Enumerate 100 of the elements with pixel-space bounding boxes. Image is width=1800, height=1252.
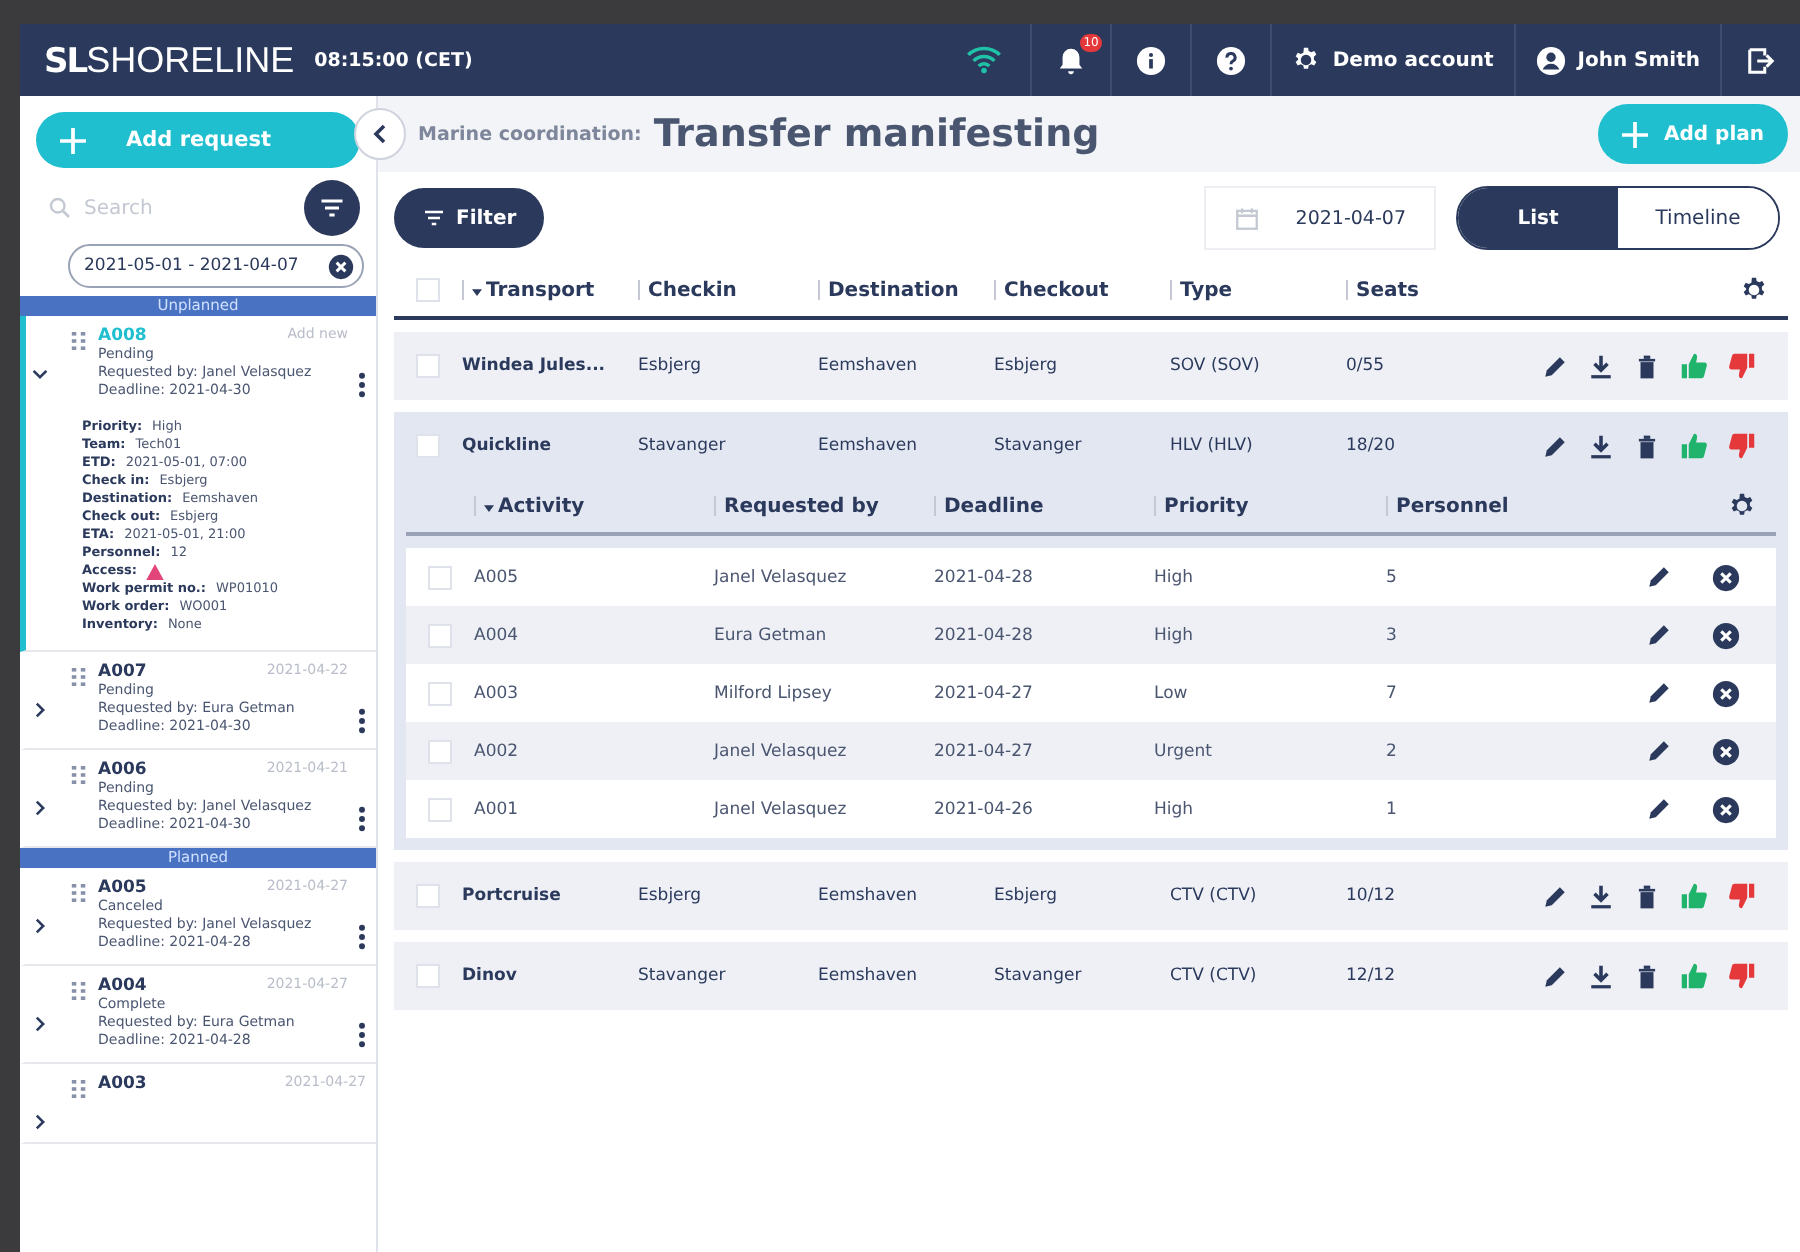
info-icon[interactable] <box>1136 45 1167 75</box>
remove-icon[interactable] <box>1712 679 1740 707</box>
logout-icon[interactable] <box>1746 45 1776 75</box>
thumbs-up-icon[interactable] <box>1680 432 1708 460</box>
help-icon[interactable] <box>1216 45 1247 75</box>
row-checkbox[interactable] <box>428 797 452 821</box>
thumbs-down-icon[interactable] <box>1728 882 1756 910</box>
remove-icon[interactable] <box>1712 621 1740 649</box>
transport-row[interactable]: Quickline Stavanger Eemshaven Stavanger HLV (HLV) 18/20 <box>394 412 1788 480</box>
drag-handle-icon[interactable] <box>70 330 88 352</box>
chevron-icon[interactable] <box>32 702 48 718</box>
chevron-icon[interactable] <box>32 800 48 816</box>
thumbs-up-icon[interactable] <box>1680 352 1708 380</box>
drag-handle-icon[interactable] <box>70 1078 88 1100</box>
thumbs-up-icon[interactable] <box>1680 882 1708 910</box>
table-cell-text: A002 <box>474 741 521 761</box>
settings-icon[interactable] <box>1740 276 1768 304</box>
column-header[interactable]: Requested by <box>724 495 879 517</box>
row-checkbox[interactable] <box>428 681 452 705</box>
more-icon[interactable] <box>358 924 366 950</box>
column-header[interactable]: Checkout <box>1004 279 1109 301</box>
activity-row[interactable]: A003 Milford Lipsey 2021-04-27 Low 7 <box>406 664 1776 722</box>
transport-row[interactable]: Dinov Stavanger Eemshaven Stavanger CTV (CTV) 12/12 <box>394 942 1788 1010</box>
logo-text: SHORELINE <box>86 39 295 81</box>
edit-icon[interactable] <box>1646 680 1672 706</box>
activity-row[interactable]: A001 Janel Velasquez 2021-04-26 High 1 <box>406 780 1776 838</box>
activity-row[interactable]: A004 Eura Getman 2021-04-28 High 3 <box>406 606 1776 664</box>
notifications-button[interactable] <box>1056 45 1087 75</box>
download-icon[interactable] <box>1588 433 1614 459</box>
chevron-icon[interactable] <box>32 918 48 934</box>
edit-icon[interactable] <box>1542 433 1568 459</box>
row-checkbox[interactable] <box>416 884 440 908</box>
drag-handle-icon[interactable] <box>70 882 88 904</box>
collapse-sidebar-button[interactable] <box>354 108 406 160</box>
column-header[interactable]: Priority <box>1164 495 1249 517</box>
delete-icon[interactable] <box>1634 883 1660 909</box>
delete-icon[interactable] <box>1634 433 1660 459</box>
filter-button[interactable] <box>304 180 360 236</box>
delete-icon[interactable] <box>1634 963 1660 989</box>
remove-icon[interactable] <box>1712 563 1740 591</box>
remove-icon[interactable] <box>1712 795 1740 823</box>
search-icon <box>48 196 72 220</box>
download-icon[interactable] <box>1588 963 1614 989</box>
clear-icon[interactable] <box>328 253 354 279</box>
column-header[interactable]: Destination <box>828 279 959 301</box>
thumbs-up-icon[interactable] <box>1680 962 1708 990</box>
drag-handle-icon[interactable] <box>70 666 88 688</box>
row-checkbox[interactable] <box>416 434 440 458</box>
row-checkbox[interactable] <box>428 739 452 763</box>
table-cell-text: Janel Velasquez <box>714 567 849 587</box>
column-header[interactable]: Deadline <box>944 495 1044 517</box>
more-icon[interactable] <box>358 806 366 832</box>
table-cell-text: A003 <box>474 683 521 703</box>
edit-icon[interactable] <box>1542 883 1568 909</box>
chevron-icon[interactable] <box>32 366 48 382</box>
row-checkbox[interactable] <box>416 354 440 378</box>
delete-icon[interactable] <box>1634 353 1660 379</box>
edit-icon[interactable] <box>1542 353 1568 379</box>
row-checkbox[interactable] <box>416 964 440 988</box>
date-field[interactable]: 2021-04-07 <box>1203 186 1436 250</box>
chevron-icon[interactable] <box>32 1114 48 1130</box>
download-icon[interactable] <box>1588 883 1614 909</box>
column-header[interactable]: Type <box>1180 279 1233 301</box>
request-id: A005 <box>98 878 147 898</box>
edit-icon[interactable] <box>1646 564 1672 590</box>
edit-icon[interactable] <box>1542 963 1568 989</box>
column-header[interactable]: Activity <box>484 495 585 517</box>
column-header[interactable]: Personnel <box>1396 495 1509 517</box>
settings-icon[interactable] <box>1728 492 1756 520</box>
drag-handle-icon[interactable] <box>70 980 88 1002</box>
table-cell-text: Janel Velasquez <box>714 741 849 761</box>
edit-icon[interactable] <box>1646 796 1672 822</box>
edit-icon[interactable] <box>1646 738 1672 764</box>
row-checkbox[interactable] <box>428 565 452 589</box>
filter-button[interactable]: Filter <box>394 188 545 248</box>
date-range-chip[interactable]: 2021-05-01 - 2021-04-07 <box>68 244 364 288</box>
download-icon[interactable] <box>1588 353 1614 379</box>
chevron-icon[interactable] <box>32 1016 48 1032</box>
select-all-checkbox[interactable] <box>416 278 440 302</box>
table-cell-text: 12/12 <box>1346 966 1397 986</box>
activity-row[interactable]: A005 Janel Velasquez 2021-04-28 High 5 <box>406 548 1776 606</box>
thumbs-down-icon[interactable] <box>1728 432 1756 460</box>
drag-handle-icon[interactable] <box>70 764 88 786</box>
transport-row[interactable]: Windea Jules... Esbjerg Eemshaven Esbjerg SOV (SOV) 0/55 <box>394 332 1788 400</box>
transport-row[interactable]: Portcruise Esbjerg Eemshaven Esbjerg CTV (CTV) 10/12 <box>394 862 1788 930</box>
activity-row[interactable]: A002 Janel Velasquez 2021-04-27 Urgent 2 <box>406 722 1776 780</box>
logo-mark: SL <box>44 41 87 81</box>
thumbs-down-icon[interactable] <box>1728 962 1756 990</box>
thumbs-down-icon[interactable] <box>1728 352 1756 380</box>
more-icon[interactable] <box>358 708 366 734</box>
column-header[interactable]: Seats <box>1356 279 1419 301</box>
more-icon[interactable] <box>358 1022 366 1048</box>
view-toggle-tab[interactable]: List <box>1458 188 1618 248</box>
column-header[interactable]: Transport <box>472 279 595 301</box>
request-id: A006 <box>98 760 147 780</box>
edit-icon[interactable] <box>1646 622 1672 648</box>
remove-icon[interactable] <box>1712 737 1740 765</box>
more-icon[interactable] <box>358 372 366 398</box>
row-checkbox[interactable] <box>428 623 452 647</box>
column-header[interactable]: Checkin <box>648 279 737 301</box>
